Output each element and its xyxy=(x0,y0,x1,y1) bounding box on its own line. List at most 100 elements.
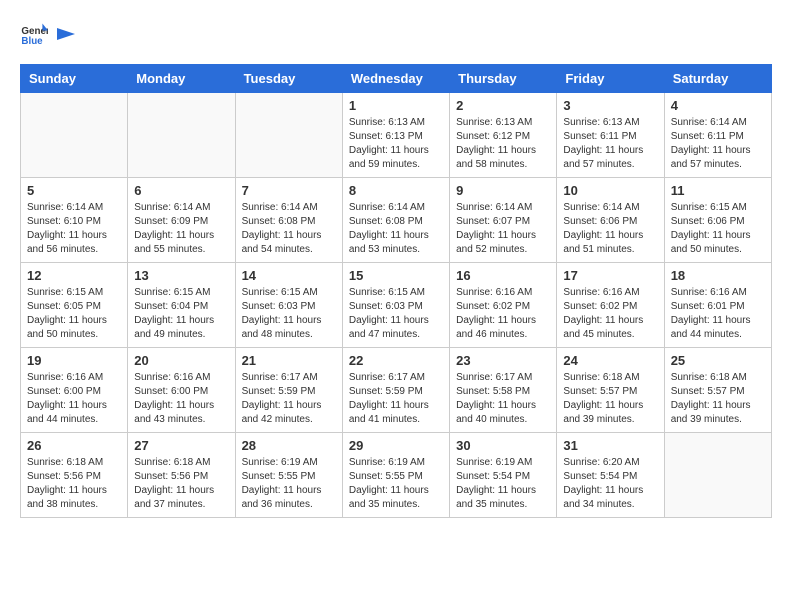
day-info: Sunrise: 6:15 AM Sunset: 6:03 PM Dayligh… xyxy=(242,286,336,342)
day-number: 27 xyxy=(134,438,228,453)
day-number: 8 xyxy=(349,183,443,198)
day-info: Sunrise: 6:18 AM Sunset: 5:56 PM Dayligh… xyxy=(134,456,228,512)
day-number: 13 xyxy=(134,268,228,283)
calendar-day-cell: 29Sunrise: 6:19 AM Sunset: 5:55 PM Dayli… xyxy=(342,433,449,518)
day-info: Sunrise: 6:19 AM Sunset: 5:55 PM Dayligh… xyxy=(242,456,336,512)
day-number: 28 xyxy=(242,438,336,453)
page-header: General Blue xyxy=(20,20,772,48)
day-number: 2 xyxy=(456,98,550,113)
day-info: Sunrise: 6:20 AM Sunset: 5:54 PM Dayligh… xyxy=(563,456,657,512)
day-info: Sunrise: 6:18 AM Sunset: 5:57 PM Dayligh… xyxy=(671,371,765,427)
day-number: 9 xyxy=(456,183,550,198)
calendar-day-cell: 2 Sunrise: 6:13 AM Sunset: 6:12 PM Daylig… xyxy=(450,93,557,178)
calendar-day-cell: 22 Sunrise: 6:17 AM Sunset: 5:59 PM Dayli… xyxy=(342,348,449,433)
day-info: Sunrise: 6:13 AM Sunset: 6:13 PM Dayligh… xyxy=(349,116,443,172)
calendar-day-cell: 14 Sunrise: 6:15 AM Sunset: 6:03 PM Dayli… xyxy=(235,263,342,348)
calendar-day-cell: 18 Sunrise: 6:16 AM Sunset: 6:01 PM Dayli… xyxy=(664,263,771,348)
day-number: 16 xyxy=(456,268,550,283)
calendar-week-row: 1Sunrise: 6:13 AM Sunset: 6:13 PM Daylig… xyxy=(21,93,772,178)
weekday-header-friday: Friday xyxy=(557,65,664,93)
calendar-day-cell: 7 Sunrise: 6:14 AM Sunset: 6:08 PM Daylig… xyxy=(235,178,342,263)
logo-flag-icon xyxy=(53,26,75,48)
day-number: 12 xyxy=(27,268,121,283)
day-number: 26 xyxy=(27,438,121,453)
calendar-week-row: 5Sunrise: 6:14 AM Sunset: 6:10 PM Daylig… xyxy=(21,178,772,263)
calendar-day-cell: 17 Sunrise: 6:16 AM Sunset: 6:02 PM Dayli… xyxy=(557,263,664,348)
day-info: Sunrise: 6:16 AM Sunset: 6:00 PM Dayligh… xyxy=(134,371,228,427)
calendar-day-cell: 30 Sunrise: 6:19 AM Sunset: 5:54 PM Dayli… xyxy=(450,433,557,518)
day-info: Sunrise: 6:16 AM Sunset: 6:02 PM Dayligh… xyxy=(563,286,657,342)
day-info: Sunrise: 6:17 AM Sunset: 5:59 PM Dayligh… xyxy=(242,371,336,427)
calendar-day-cell xyxy=(21,93,128,178)
day-info: Sunrise: 6:16 AM Sunset: 6:02 PM Dayligh… xyxy=(456,286,550,342)
weekday-header-wednesday: Wednesday xyxy=(342,65,449,93)
calendar-day-cell: 15 Sunrise: 6:15 AM Sunset: 6:03 PM Dayli… xyxy=(342,263,449,348)
day-number: 19 xyxy=(27,353,121,368)
day-info: Sunrise: 6:16 AM Sunset: 6:01 PM Dayligh… xyxy=(671,286,765,342)
calendar-day-cell: 12 Sunrise: 6:15 AM Sunset: 6:05 PM Dayli… xyxy=(21,263,128,348)
calendar-day-cell: 19 Sunrise: 6:16 AM Sunset: 6:00 PM Dayli… xyxy=(21,348,128,433)
weekday-header-thursday: Thursday xyxy=(450,65,557,93)
calendar-week-row: 26 Sunrise: 6:18 AM Sunset: 5:56 PM Dayli… xyxy=(21,433,772,518)
day-number: 25 xyxy=(671,353,765,368)
calendar-day-cell: 3 Sunrise: 6:13 AM Sunset: 6:11 PM Daylig… xyxy=(557,93,664,178)
day-number: 7 xyxy=(242,183,336,198)
day-info: Sunrise: 6:17 AM Sunset: 5:59 PM Dayligh… xyxy=(349,371,443,427)
calendar-header-row: SundayMondayTuesdayWednesdayThursdayFrid… xyxy=(21,65,772,93)
calendar-table: SundayMondayTuesdayWednesdayThursdayFrid… xyxy=(20,64,772,518)
day-info: Sunrise: 6:15 AM Sunset: 6:06 PM Dayligh… xyxy=(671,201,765,257)
day-number: 5 xyxy=(27,183,121,198)
calendar-day-cell: 6Sunrise: 6:14 AM Sunset: 6:09 PM Daylig… xyxy=(128,178,235,263)
day-info: Sunrise: 6:13 AM Sunset: 6:11 PM Dayligh… xyxy=(563,116,657,172)
day-info: Sunrise: 6:14 AM Sunset: 6:08 PM Dayligh… xyxy=(349,201,443,257)
calendar-week-row: 12 Sunrise: 6:15 AM Sunset: 6:05 PM Dayli… xyxy=(21,263,772,348)
day-number: 10 xyxy=(563,183,657,198)
day-number: 15 xyxy=(349,268,443,283)
calendar-day-cell: 20Sunrise: 6:16 AM Sunset: 6:00 PM Dayli… xyxy=(128,348,235,433)
day-info: Sunrise: 6:19 AM Sunset: 5:55 PM Dayligh… xyxy=(349,456,443,512)
day-number: 21 xyxy=(242,353,336,368)
calendar-day-cell: 13Sunrise: 6:15 AM Sunset: 6:04 PM Dayli… xyxy=(128,263,235,348)
calendar-day-cell xyxy=(128,93,235,178)
day-info: Sunrise: 6:18 AM Sunset: 5:57 PM Dayligh… xyxy=(563,371,657,427)
calendar-day-cell xyxy=(235,93,342,178)
day-info: Sunrise: 6:14 AM Sunset: 6:11 PM Dayligh… xyxy=(671,116,765,172)
calendar-day-cell: 23 Sunrise: 6:17 AM Sunset: 5:58 PM Dayli… xyxy=(450,348,557,433)
day-info: Sunrise: 6:15 AM Sunset: 6:05 PM Dayligh… xyxy=(27,286,121,342)
day-number: 23 xyxy=(456,353,550,368)
day-number: 18 xyxy=(671,268,765,283)
day-info: Sunrise: 6:19 AM Sunset: 5:54 PM Dayligh… xyxy=(456,456,550,512)
calendar-day-cell: 9Sunrise: 6:14 AM Sunset: 6:07 PM Daylig… xyxy=(450,178,557,263)
weekday-header-sunday: Sunday xyxy=(21,65,128,93)
calendar-day-cell: 5Sunrise: 6:14 AM Sunset: 6:10 PM Daylig… xyxy=(21,178,128,263)
weekday-header-monday: Monday xyxy=(128,65,235,93)
day-number: 22 xyxy=(349,353,443,368)
day-number: 30 xyxy=(456,438,550,453)
day-number: 3 xyxy=(563,98,657,113)
day-number: 17 xyxy=(563,268,657,283)
calendar-day-cell: 28 Sunrise: 6:19 AM Sunset: 5:55 PM Dayli… xyxy=(235,433,342,518)
calendar-day-cell: 26 Sunrise: 6:18 AM Sunset: 5:56 PM Dayli… xyxy=(21,433,128,518)
day-info: Sunrise: 6:14 AM Sunset: 6:09 PM Dayligh… xyxy=(134,201,228,257)
day-number: 24 xyxy=(563,353,657,368)
day-info: Sunrise: 6:18 AM Sunset: 5:56 PM Dayligh… xyxy=(27,456,121,512)
calendar-day-cell: 21 Sunrise: 6:17 AM Sunset: 5:59 PM Dayli… xyxy=(235,348,342,433)
day-info: Sunrise: 6:14 AM Sunset: 6:08 PM Dayligh… xyxy=(242,201,336,257)
calendar-day-cell xyxy=(664,433,771,518)
calendar-day-cell: 27 Sunrise: 6:18 AM Sunset: 5:56 PM Dayli… xyxy=(128,433,235,518)
logo-icon: General Blue xyxy=(20,20,48,48)
day-info: Sunrise: 6:15 AM Sunset: 6:03 PM Dayligh… xyxy=(349,286,443,342)
day-info: Sunrise: 6:16 AM Sunset: 6:00 PM Dayligh… xyxy=(27,371,121,427)
day-number: 31 xyxy=(563,438,657,453)
svg-text:Blue: Blue xyxy=(21,36,43,47)
day-info: Sunrise: 6:13 AM Sunset: 6:12 PM Dayligh… xyxy=(456,116,550,172)
calendar-day-cell: 8 Sunrise: 6:14 AM Sunset: 6:08 PM Daylig… xyxy=(342,178,449,263)
day-number: 11 xyxy=(671,183,765,198)
calendar-day-cell: 4 Sunrise: 6:14 AM Sunset: 6:11 PM Daylig… xyxy=(664,93,771,178)
calendar-day-cell: 25 Sunrise: 6:18 AM Sunset: 5:57 PM Dayli… xyxy=(664,348,771,433)
calendar-day-cell: 1Sunrise: 6:13 AM Sunset: 6:13 PM Daylig… xyxy=(342,93,449,178)
day-number: 4 xyxy=(671,98,765,113)
day-number: 14 xyxy=(242,268,336,283)
day-info: Sunrise: 6:17 AM Sunset: 5:58 PM Dayligh… xyxy=(456,371,550,427)
calendar-day-cell: 24 Sunrise: 6:18 AM Sunset: 5:57 PM Dayli… xyxy=(557,348,664,433)
